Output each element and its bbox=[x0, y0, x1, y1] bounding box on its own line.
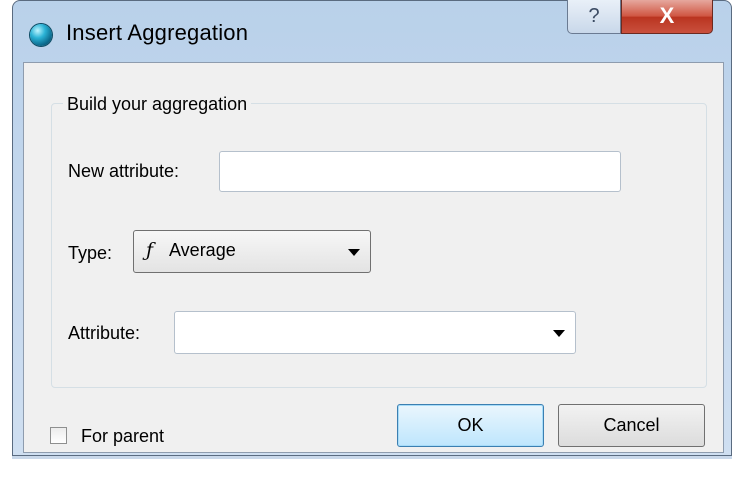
ok-button[interactable]: OK bbox=[397, 404, 544, 447]
chevron-down-icon bbox=[348, 249, 360, 256]
attribute-dropdown[interactable] bbox=[174, 311, 576, 354]
insert-aggregation-dialog: Insert Aggregation ? X Build your aggreg… bbox=[0, 0, 732, 483]
new-attribute-input[interactable] bbox=[219, 151, 621, 192]
for-parent-label[interactable]: For parent bbox=[81, 424, 164, 448]
type-selected-value: Average bbox=[169, 240, 236, 260]
for-parent-checkbox[interactable] bbox=[50, 427, 67, 444]
help-icon: ? bbox=[588, 5, 600, 27]
chevron-down-icon bbox=[553, 330, 565, 337]
type-label: Type: bbox=[68, 243, 113, 263]
window-title: Insert Aggregation bbox=[66, 20, 249, 45]
cancel-button[interactable]: Cancel bbox=[558, 404, 705, 447]
new-attribute-label: New attribute: bbox=[68, 161, 180, 181]
function-icon: ƒ bbox=[146, 239, 154, 261]
close-button[interactable]: X bbox=[621, 0, 713, 34]
close-icon: X bbox=[659, 3, 675, 28]
app-orb-icon bbox=[30, 24, 52, 46]
type-dropdown[interactable]: ƒ Average bbox=[133, 230, 371, 273]
window-bottom-edge bbox=[12, 456, 732, 459]
help-button[interactable]: ? bbox=[567, 0, 621, 34]
groupbox-title: Build your aggregation bbox=[63, 92, 252, 116]
attribute-label: Attribute: bbox=[68, 323, 141, 343]
